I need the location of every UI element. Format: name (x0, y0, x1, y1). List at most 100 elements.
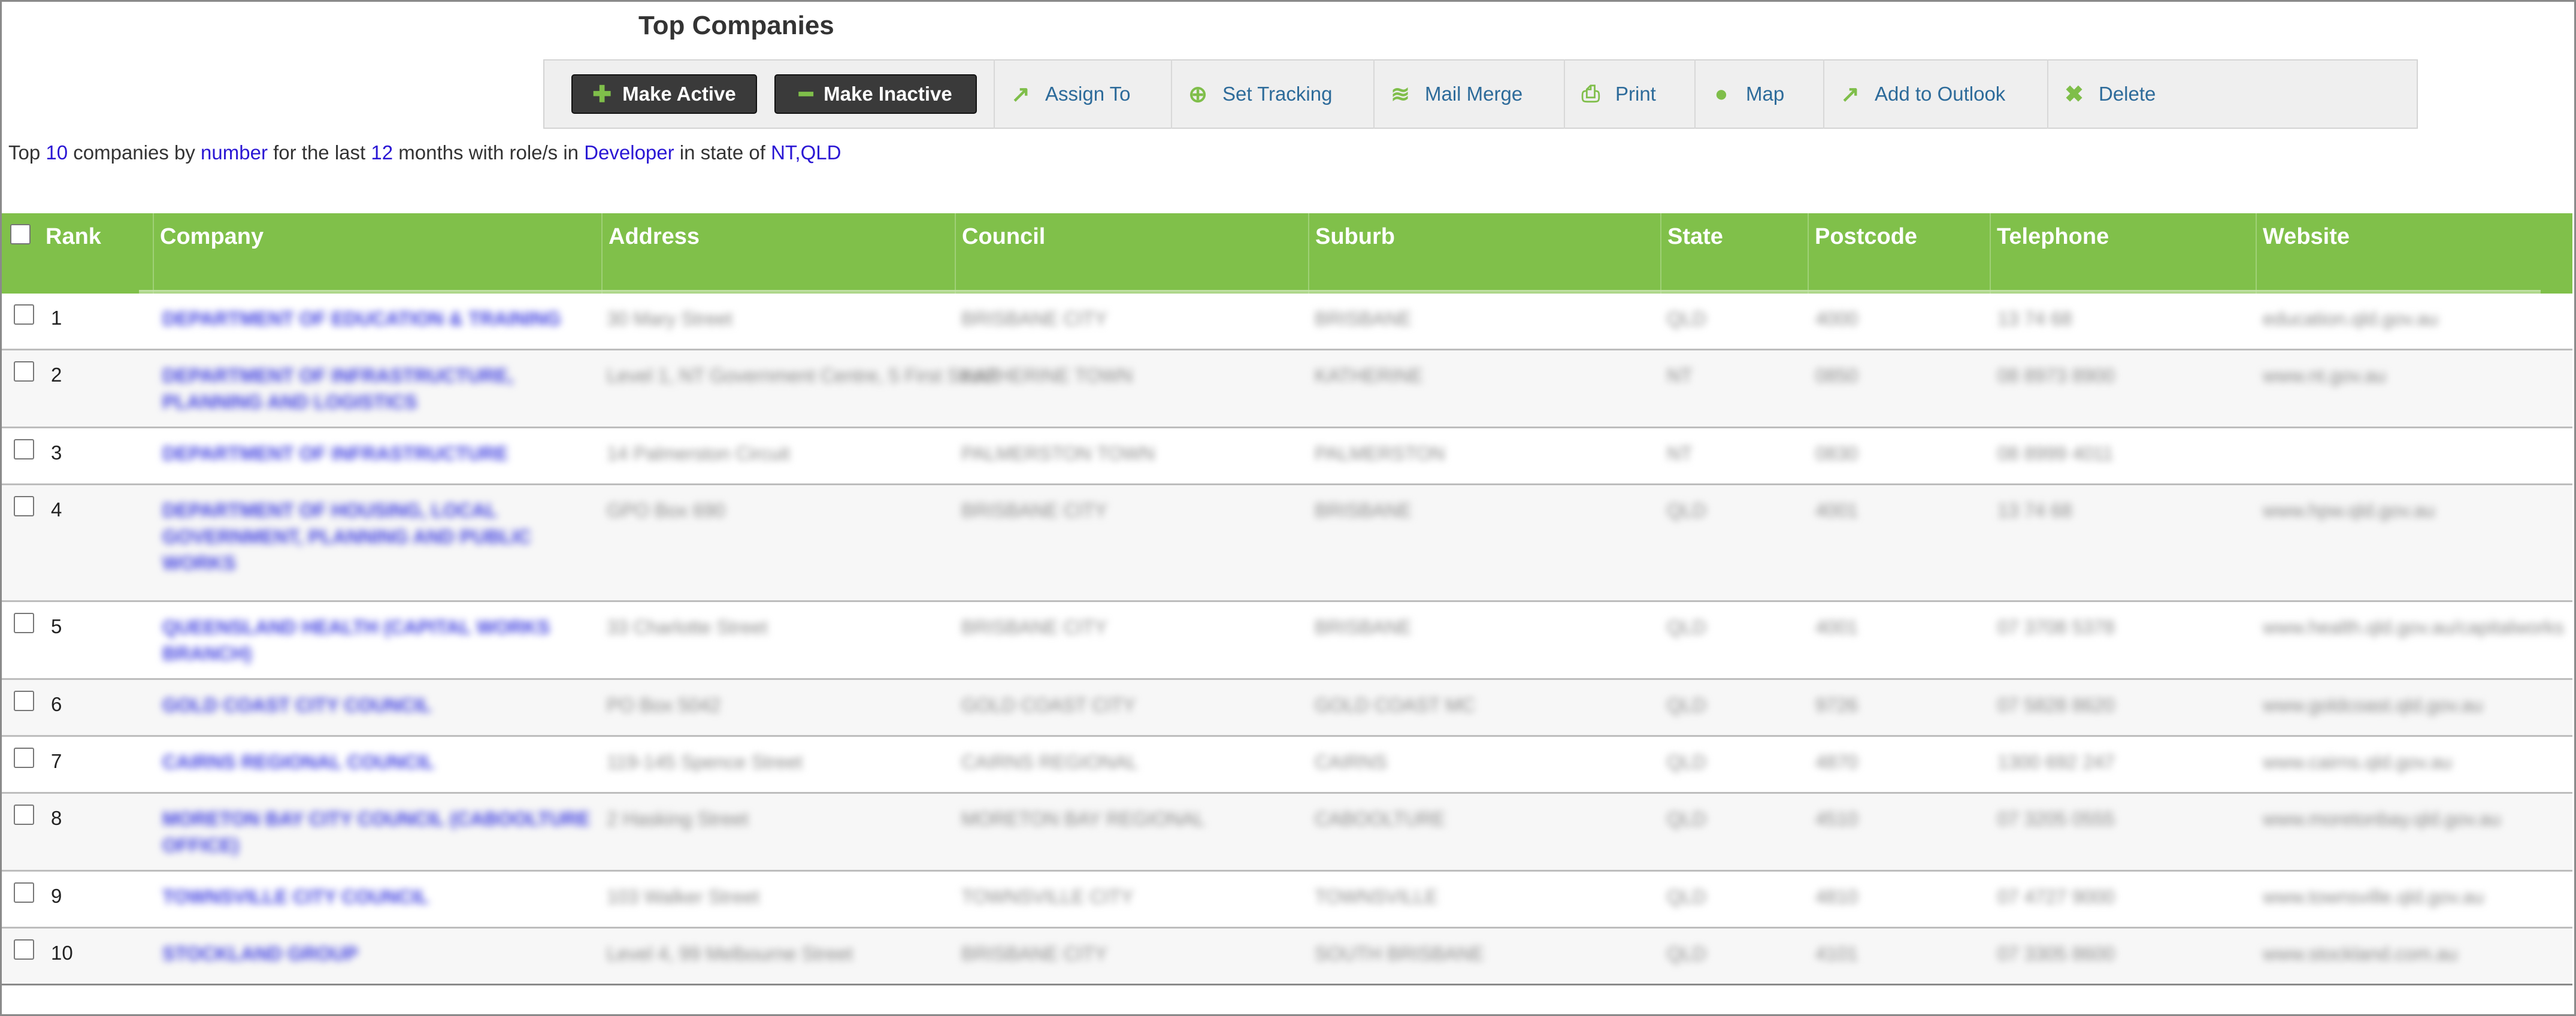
table-row: 7 CAIRNS REGIONAL COUNCIL 119-145 Spence S… (2, 737, 2572, 794)
suburb-cell: BRISBANE (1315, 308, 1412, 329)
postcode-cell: 4101 (1815, 943, 1858, 964)
website-cell: www.cairns.qld.gov.au (2263, 751, 2452, 773)
col-company[interactable]: Company (153, 213, 601, 294)
council-cell: BRISBANE CITY (961, 943, 1107, 964)
row-checkbox[interactable] (14, 304, 34, 325)
col-address[interactable]: Address (601, 213, 955, 294)
make-active-button[interactable]: ✚ Make Active (571, 74, 757, 114)
council-cell: TOWNSVILLE CITY (961, 886, 1134, 908)
summary-text: Top (8, 141, 46, 164)
telephone-cell: 07 5828 8620 (1997, 694, 2115, 716)
states-link[interactable]: NT,QLD (771, 141, 841, 164)
col-state[interactable]: State (1660, 213, 1808, 294)
company-cell[interactable]: DEPARTMENT OF INFRASTRUCTURE, PLANNING A… (162, 362, 594, 415)
map-button[interactable]: ● Map (1694, 59, 1823, 129)
assign-to-label: Assign To (1045, 83, 1131, 105)
rank-cell: 3 (51, 442, 62, 464)
set-tracking-button[interactable]: ⊕ Set Tracking (1171, 59, 1373, 129)
address-cell: 2 Hasking Street (607, 808, 749, 830)
telephone-cell: 07 4727 9000 (1997, 886, 2115, 908)
council-cell: GOLD COAST CITY (961, 694, 1136, 716)
row-checkbox[interactable] (14, 805, 34, 825)
table-row: 5 QUEENSLAND HEALTH (CAPITAL WORKS BRANCH… (2, 602, 2572, 680)
col-postcode[interactable]: Postcode (1808, 213, 1990, 294)
print-button[interactable]: ⎙ Print (1564, 59, 1694, 129)
row-checkbox[interactable] (14, 939, 34, 960)
map-label: Map (1746, 83, 1785, 105)
map-pin-icon: ● (1714, 81, 1729, 107)
state-cell: QLD (1667, 886, 1706, 908)
row-checkbox[interactable] (14, 748, 34, 768)
col-suburb[interactable]: Suburb (1308, 213, 1660, 294)
state-cell: QLD (1667, 751, 1706, 773)
metric-link[interactable]: number (201, 141, 268, 164)
company-cell[interactable]: DEPARTMENT OF HOUSING, LOCAL GOVERNMENT,… (162, 497, 594, 576)
table-header: Rank Company Address Council Suburb Stat… (2, 213, 2572, 294)
company-cell[interactable]: STOCKLAND GROUP (162, 941, 594, 967)
company-cell[interactable]: DEPARTMENT OF EDUCATION & TRAINING (162, 306, 594, 332)
telephone-cell: 1300 692 247 (1997, 751, 2115, 773)
col-council[interactable]: Council (955, 213, 1308, 294)
row-checkbox[interactable] (14, 439, 34, 459)
select-all-checkbox[interactable] (10, 224, 31, 244)
rank-cell: 8 (51, 807, 62, 829)
state-cell: QLD (1667, 943, 1706, 964)
months-link[interactable]: 12 (371, 141, 393, 164)
rank-cell: 6 (51, 693, 62, 715)
postcode-cell: 4001 (1815, 500, 1858, 521)
state-cell: QLD (1667, 694, 1706, 716)
add-to-outlook-button[interactable]: ↗ Add to Outlook (1823, 59, 2047, 129)
state-cell: QLD (1667, 500, 1706, 521)
rank-cell: 2 (51, 364, 62, 386)
suburb-cell: TOWNSVILLE (1315, 886, 1438, 908)
col-rank[interactable]: Rank (40, 213, 153, 294)
telephone-cell: 07 3708 5378 (1997, 616, 2115, 638)
row-checkbox[interactable] (14, 361, 34, 382)
company-cell[interactable]: QUEENSLAND HEALTH (CAPITAL WORKS BRANCH) (162, 614, 594, 667)
company-cell[interactable]: DEPARTMENT OF INFRASTRUCTURE (162, 440, 594, 467)
plus-icon: ✚ (592, 81, 612, 107)
table-row: 9 TOWNSVILLE CITY COUNCIL 103 Walker Stree… (2, 872, 2572, 929)
count-link[interactable]: 10 (46, 141, 68, 164)
col-telephone[interactable]: Telephone (1990, 213, 2256, 294)
crosshair-icon: ⊕ (1188, 81, 1207, 107)
col-website[interactable]: Website (2256, 213, 2572, 294)
close-icon: ✖ (2065, 81, 2084, 107)
rank-cell: 5 (51, 615, 62, 637)
website-cell: www.health.qld.gov.au/capitalworks (2263, 616, 2564, 638)
row-checkbox[interactable] (14, 613, 34, 633)
telephone-cell: 08 8999 4011 (1997, 443, 2114, 464)
table-row: 3 DEPARTMENT OF INFRASTRUCTURE 14 Palmerst… (2, 428, 2572, 485)
postcode-cell: 0850 (1815, 365, 1858, 386)
delete-button[interactable]: ✖ Delete (2047, 59, 2227, 129)
report-summary: Top 10 companies by number for the last … (8, 141, 841, 164)
assign-to-button[interactable]: ↗ Assign To (994, 59, 1171, 129)
role-link[interactable]: Developer (584, 141, 674, 164)
rank-cell: 9 (51, 885, 62, 907)
mail-merge-label: Mail Merge (1425, 83, 1523, 105)
postcode-cell: 4510 (1815, 808, 1858, 830)
address-cell: 14 Palmerston Circuit (607, 443, 790, 464)
company-cell[interactable]: CAIRNS REGIONAL COUNCIL (162, 749, 594, 775)
company-cell[interactable]: TOWNSVILLE CITY COUNCIL (162, 884, 594, 910)
postcode-cell: 4000 (1815, 308, 1858, 329)
council-cell: CAIRNS REGIONAL (961, 751, 1139, 773)
suburb-cell: BRISBANE (1315, 500, 1412, 521)
telephone-cell: 07 3305 8600 (1997, 943, 2115, 964)
row-checkbox[interactable] (14, 496, 34, 516)
website-cell: www.nt.gov.au (2263, 365, 2386, 386)
council-cell: BRISBANE CITY (961, 500, 1107, 521)
company-cell[interactable]: GOLD COAST CITY COUNCIL (162, 692, 594, 718)
make-active-label: Make Active (622, 83, 736, 105)
website-cell: www.goldcoast.qld.gov.au (2263, 694, 2483, 716)
state-cell: QLD (1667, 808, 1706, 830)
row-checkbox[interactable] (14, 691, 34, 711)
make-inactive-button[interactable]: ━ Make Inactive (774, 74, 977, 114)
council-cell: MORETON BAY REGIONAL (961, 808, 1206, 830)
company-cell[interactable]: MORETON BAY CITY COUNCIL (CABOOLTURE OFF… (162, 806, 594, 858)
row-checkbox[interactable] (14, 882, 34, 903)
mail-merge-button[interactable]: ≋ Mail Merge (1373, 59, 1564, 129)
summary-text: months with role/s in (393, 141, 585, 164)
address-cell: 103 Walker Street (607, 886, 759, 908)
postcode-cell: 4001 (1815, 616, 1858, 638)
